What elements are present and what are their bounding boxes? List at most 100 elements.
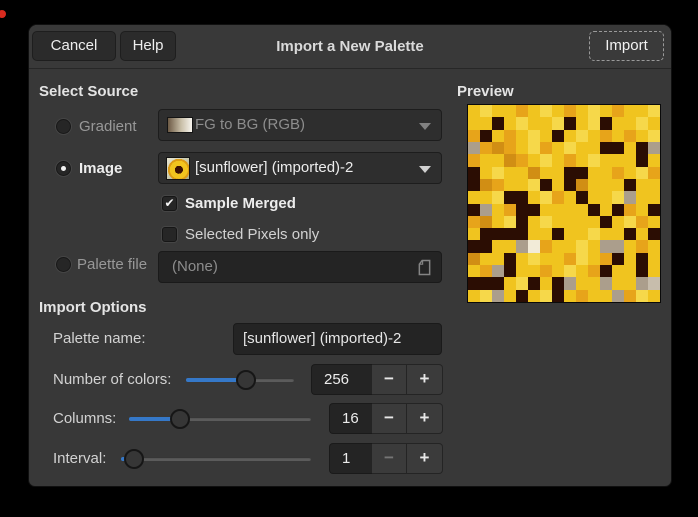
- preview-pixel: [648, 290, 660, 302]
- minus-button[interactable]: −: [372, 443, 407, 474]
- preview-pixel: [648, 228, 660, 240]
- image-radio-label[interactable]: Image: [79, 160, 122, 178]
- preview-pixel: [552, 105, 564, 117]
- preview-pixel: [600, 167, 612, 179]
- preview-pixel: [576, 167, 588, 179]
- cancel-button[interactable]: Cancel: [32, 31, 116, 61]
- palette-name-input[interactable]: [sunflower] (imported)-2: [233, 323, 442, 355]
- columns-slider[interactable]: [129, 409, 311, 429]
- gradient-radio-label[interactable]: Gradient: [79, 118, 137, 136]
- preview-pixel: [636, 117, 648, 129]
- preview-pixel: [576, 117, 588, 129]
- preview-pixel: [600, 216, 612, 228]
- preview-heading: Preview: [457, 83, 514, 101]
- preview-pixel: [468, 142, 480, 154]
- plus-button[interactable]: +: [407, 403, 443, 434]
- slider-thumb[interactable]: [236, 370, 256, 390]
- preview-pixel: [468, 105, 480, 117]
- preview-pixel: [648, 167, 660, 179]
- preview-pixel: [588, 154, 600, 166]
- preview-pixel: [576, 216, 588, 228]
- preview-pixel: [492, 142, 504, 154]
- plus-button[interactable]: +: [407, 364, 443, 395]
- preview-pixel: [540, 191, 552, 203]
- preview-pixel: [624, 105, 636, 117]
- number-of-colors-slider[interactable]: [186, 370, 294, 390]
- preview-pixel: [516, 253, 528, 265]
- preview-pixel: [480, 179, 492, 191]
- preview-pixel: [564, 290, 576, 302]
- preview-pixel: [624, 265, 636, 277]
- preview-pixel: [612, 117, 624, 129]
- number-of-colors-value[interactable]: 256: [311, 364, 372, 395]
- preview-pixel: [636, 277, 648, 289]
- slider-track[interactable]: [121, 457, 311, 461]
- preview-pixel: [588, 228, 600, 240]
- preview-pixel: [576, 105, 588, 117]
- sample-merged-label[interactable]: Sample Merged: [185, 195, 296, 213]
- preview-pixel: [528, 240, 540, 252]
- preview-pixel: [492, 117, 504, 129]
- minus-button[interactable]: −: [372, 364, 407, 395]
- sample-merged-checkbox[interactable]: ✔: [162, 196, 177, 211]
- preview-pixel: [492, 191, 504, 203]
- preview-pixel: [480, 191, 492, 203]
- preview-pixel: [492, 277, 504, 289]
- preview-pixel: [624, 167, 636, 179]
- preview-pixel: [504, 228, 516, 240]
- preview-pixel: [636, 179, 648, 191]
- interval-value[interactable]: 1: [329, 443, 372, 474]
- dialog-title: Import a New Palette: [179, 25, 521, 69]
- columns-value[interactable]: 16: [329, 403, 372, 434]
- preview-pixel: [624, 154, 636, 166]
- preview-pixel: [636, 154, 648, 166]
- preview-pixel: [612, 216, 624, 228]
- image-select-value: [sunflower] (imported)-2: [195, 153, 353, 183]
- preview-pixel: [480, 117, 492, 129]
- preview-pixel: [480, 228, 492, 240]
- columns-label: Columns:: [53, 410, 116, 428]
- interval-slider[interactable]: [121, 449, 311, 469]
- help-button[interactable]: Help: [120, 31, 176, 61]
- preview-pixel: [552, 117, 564, 129]
- selected-pixels-checkbox[interactable]: [162, 227, 177, 242]
- preview-pixel: [480, 154, 492, 166]
- preview-pixel: [624, 130, 636, 142]
- palette-file-radio-label[interactable]: Palette file: [77, 256, 147, 274]
- image-radio[interactable]: [56, 161, 71, 176]
- preview-pixel: [540, 117, 552, 129]
- preview-pixel: [624, 142, 636, 154]
- preview-pixel: [576, 179, 588, 191]
- slider-thumb[interactable]: [124, 449, 144, 469]
- gradient-select[interactable]: FG to BG (RGB): [158, 109, 442, 141]
- selected-pixels-label[interactable]: Selected Pixels only: [185, 226, 319, 244]
- preview-pixel: [480, 167, 492, 179]
- gradient-radio[interactable]: [56, 119, 71, 134]
- preview-pixel: [516, 240, 528, 252]
- preview-pixel: [636, 130, 648, 142]
- slider-thumb[interactable]: [170, 409, 190, 429]
- palette-file-radio[interactable]: [56, 257, 71, 272]
- preview-pixel: [516, 290, 528, 302]
- file-icon[interactable]: [417, 259, 432, 276]
- preview-pixel: [528, 154, 540, 166]
- preview-pixel: [612, 277, 624, 289]
- minus-button[interactable]: −: [372, 403, 407, 434]
- preview-pixel: [492, 228, 504, 240]
- preview-pixel: [636, 290, 648, 302]
- preview-pixel: [600, 240, 612, 252]
- preview-pixel: [612, 154, 624, 166]
- preview-pixel: [504, 154, 516, 166]
- preview-pixel: [492, 240, 504, 252]
- preview-pixel: [540, 167, 552, 179]
- image-select[interactable]: [sunflower] (imported)-2: [158, 152, 442, 184]
- preview-pixel: [468, 228, 480, 240]
- preview-pixel: [588, 142, 600, 154]
- preview-pixel: [540, 228, 552, 240]
- plus-button[interactable]: +: [407, 443, 443, 474]
- preview-pixel: [564, 216, 576, 228]
- preview-pixel: [648, 142, 660, 154]
- palette-file-entry[interactable]: (None): [158, 251, 442, 283]
- import-button[interactable]: Import: [589, 31, 664, 61]
- preview-pixel: [624, 277, 636, 289]
